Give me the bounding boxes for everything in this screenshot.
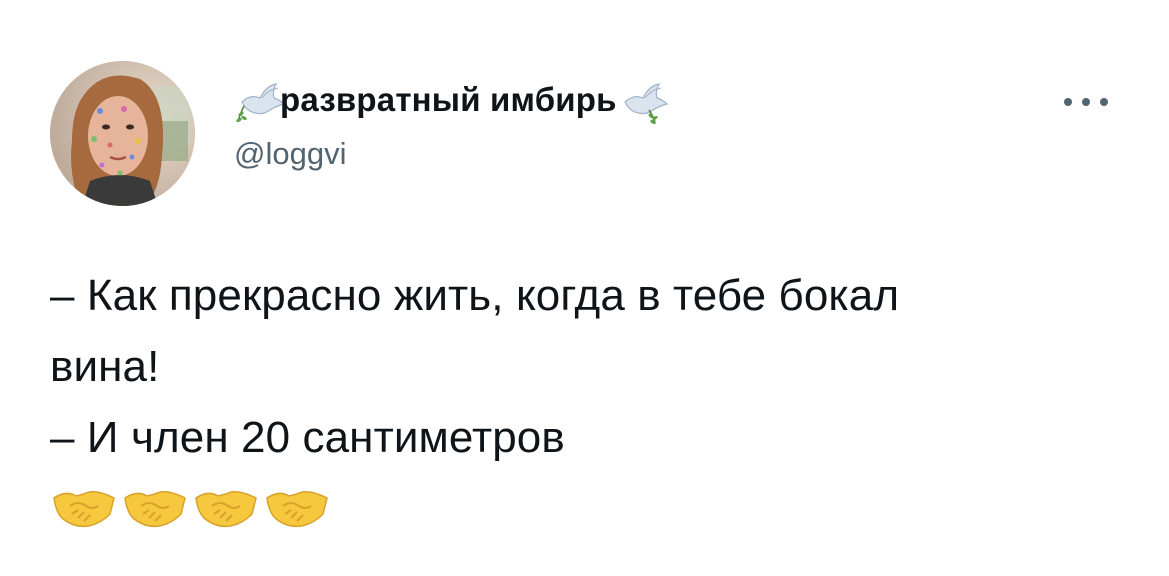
handshake-icon xyxy=(53,491,115,528)
author-handle[interactable]: @loggvi xyxy=(234,136,346,172)
author-display-name[interactable]: развратный имбирь xyxy=(280,81,617,119)
tweet-text-line: – И член 20 сантиметров xyxy=(50,413,565,462)
handshake-icon xyxy=(124,491,186,528)
handshake-icon xyxy=(266,491,328,528)
tweet-text-line: вина! xyxy=(50,342,160,391)
dot xyxy=(1064,98,1072,106)
more-options-icon[interactable] xyxy=(1064,92,1108,112)
dot xyxy=(1082,98,1090,106)
author-name-row[interactable]: развратный имбирь xyxy=(232,74,671,126)
tweet-text: – Как прекрасно жить, когда в тебе бокал… xyxy=(50,260,1110,473)
dove-icon xyxy=(615,76,671,124)
emoji-row xyxy=(52,484,329,530)
handshake-icon xyxy=(195,491,257,528)
tweet-text-line: – Как прекрасно жить, когда в тебе бокал xyxy=(50,271,900,320)
tweet-card: развратный имбирь @loggvi – Как прекрасн… xyxy=(0,0,1169,576)
avatar[interactable] xyxy=(50,61,195,206)
avatar-image xyxy=(50,61,195,206)
dot xyxy=(1100,98,1108,106)
